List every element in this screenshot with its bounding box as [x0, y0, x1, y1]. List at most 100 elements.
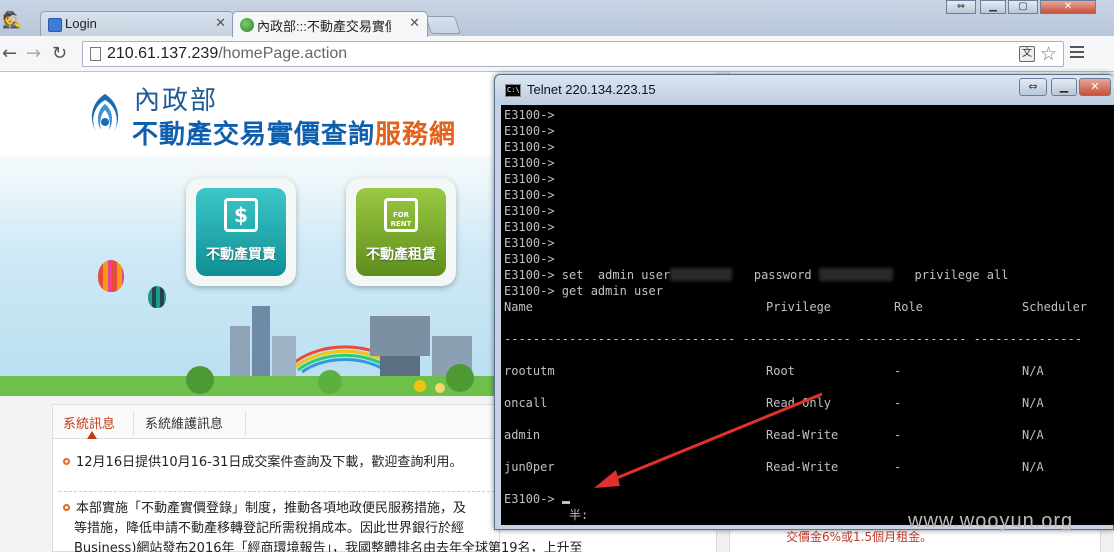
news-item-continuation: Business)網站發布2016年「經商環境報告」，我國整體排名由去年全球第1… [74, 541, 583, 552]
house-rent-icon: FOR RENT [384, 198, 418, 232]
tab-login[interactable]: Login ✕ [40, 11, 234, 37]
text-cursor [561, 501, 570, 504]
console-cell: - [894, 460, 902, 474]
console-separator: -------------------------------- -------… [504, 332, 1082, 346]
console-line: E3100-> [504, 123, 555, 139]
telnet-titlebar[interactable]: C:\ Telnet 220.134.223.15 ⇔ ▁ ✕ [495, 75, 1114, 105]
translate-icon[interactable]: 文 [1019, 46, 1035, 62]
page-icon [90, 47, 101, 61]
console-line-current-prompt: E3100-> [504, 491, 570, 507]
active-tab-marker [87, 431, 97, 439]
console-line: E3100-> [504, 203, 555, 219]
rent-label: 不動產租賃 [366, 247, 436, 263]
console-table-row: admin Read-Write - N/A [501, 427, 1114, 443]
buy-tile-face: $ 不動產買賣 [196, 188, 286, 276]
reload-icon[interactable]: ↻ [52, 43, 67, 64]
minimize-icon[interactable]: ▁ [1051, 78, 1077, 96]
console-table-row: oncall Read-Only - N/A [501, 395, 1114, 411]
bullet-icon [63, 504, 70, 511]
console-line: E3100-> [504, 219, 555, 235]
console-cell: N/A [1022, 396, 1044, 410]
url-host: 210.61.137.239 [107, 45, 219, 62]
console-cell: N/A [1022, 460, 1044, 474]
news-box: 系統訊息 系統維護訊息 12月16日提供10月16-31日成交案件查詢及下載，歡… [52, 404, 583, 552]
console-cell: Read-Only [766, 396, 832, 410]
minimize-icon[interactable]: ▁ [980, 0, 1006, 14]
screen: 🕵 Login ✕ 內政部:::不動產交易實價查 ✕ ⇔ ▁ ▢ ✕ ← → ↻… [0, 0, 1114, 552]
console-line: E3100-> [504, 139, 555, 155]
buy-label: 不動產買賣 [206, 247, 276, 263]
console-cell: Read-Write [766, 460, 839, 474]
forward-arrow-icon[interactable]: → [26, 43, 41, 64]
real-estate-rent-button[interactable]: FOR RENT 不動產租賃 [346, 178, 456, 286]
console-cell: Scheduler [1022, 300, 1088, 314]
console-cell: Name [504, 300, 533, 314]
restore-icon[interactable]: ⇔ [1019, 78, 1047, 96]
site-title-accent: 服務網 [375, 120, 457, 150]
redacted-text [818, 268, 893, 281]
console-cell: Root [766, 364, 795, 378]
console-line: E3100-> [504, 171, 555, 187]
console-prompt: E3100-> [504, 156, 555, 170]
console-line: E3100-> [504, 155, 555, 171]
city-skyline-illustration [0, 306, 500, 396]
ministry-logo-icon [91, 94, 119, 132]
close-icon[interactable]: ✕ [409, 15, 420, 31]
back-arrow-icon[interactable]: ← [2, 43, 17, 64]
tab-homepage[interactable]: 內政部:::不動產交易實價查 ✕ [232, 11, 428, 37]
console-command: password [732, 268, 819, 282]
news-item[interactable]: 12月16日提供10月16-31日成交案件查詢及下載，歡迎查詢利用。 [63, 453, 462, 473]
ime-indicator: 半: [569, 508, 589, 522]
real-estate-buy-button[interactable]: $ 不動產買賣 [186, 178, 296, 286]
balloon-icon [148, 286, 166, 308]
console-cell: Privilege [766, 300, 832, 314]
console-prompt: E3100-> [504, 268, 562, 282]
tab-system-messages[interactable]: 系統訊息 [63, 413, 115, 432]
console-cell: - [894, 428, 902, 442]
maximize-icon[interactable]: ▢ [1008, 0, 1038, 14]
tab-divider [133, 411, 134, 435]
console-cell: admin [504, 428, 541, 442]
news-divider [59, 491, 495, 492]
console-command: set admin user [561, 268, 671, 282]
tab-divider [245, 411, 246, 435]
console-line: E3100-> [504, 235, 555, 251]
tab-maintenance-messages[interactable]: 系統維護訊息 [145, 413, 223, 432]
close-icon[interactable]: ✕ [215, 15, 226, 31]
bookmark-star-icon[interactable]: ☆ [1040, 43, 1057, 65]
console-cell: - [894, 364, 902, 378]
console-cell: Role [894, 300, 923, 314]
news-item[interactable]: 本部實施「不動產實價登錄」制度，推動各項地政便民服務措施，及 [63, 499, 466, 519]
console-cell: rootutm [504, 364, 555, 378]
console-line: E3100-> [504, 251, 555, 267]
console-line: E3100-> [504, 107, 555, 123]
restore-icon[interactable]: ⇔ [946, 0, 976, 14]
login-favicon-icon [48, 18, 62, 32]
telnet-window[interactable]: C:\ Telnet 220.134.223.15 ⇔ ▁ ✕ E3100-> E… [494, 74, 1114, 530]
console-output[interactable]: E3100-> E3100-> E3100-> E3100-> E3100-> E3100… [501, 105, 1114, 525]
new-tab-button[interactable] [425, 16, 461, 34]
site-title-service: 不動產交易實價查詢服務網 [132, 114, 456, 151]
menu-icon[interactable] [1070, 46, 1084, 60]
news-item-text: 本部實施「不動產實價登錄」制度，推動各項地政便民服務措施，及 [76, 501, 467, 516]
bullet-icon [63, 458, 70, 465]
console-table-header: Name Privilege Role Scheduler [501, 299, 1114, 315]
url-text: 210.61.137.239/homePage.action [107, 45, 347, 63]
site-title-main: 不動產交易實價查詢 [132, 120, 376, 150]
console-cell: N/A [1022, 428, 1044, 442]
console-table-row: jun0per Read-Write - N/A [501, 459, 1114, 475]
console-prompt: E3100-> [504, 252, 555, 266]
site-header: 內政部 不動產交易實價查詢服務網 [0, 72, 500, 156]
window-close-icon[interactable]: ✕ [1079, 78, 1111, 96]
rent-tile-face: FOR RENT 不動產租賃 [356, 188, 446, 276]
news-section: 系統訊息 系統維護訊息 12月16日提供10月16-31日成交案件查詢及下載，歡… [0, 396, 583, 552]
tab-label: Login [65, 16, 97, 31]
console-cell: N/A [1022, 364, 1044, 378]
browser-toolbar: ← → ↻ 210.61.137.239/homePage.action 文 ☆ [0, 36, 1114, 72]
console-command: privilege all [892, 268, 1009, 282]
address-bar[interactable]: 210.61.137.239/homePage.action 文 ☆ [82, 41, 1064, 67]
console-prompt: E3100-> [504, 108, 555, 122]
hero-banner: $ 不動產買賣 FOR RENT 不動產租賃 [0, 156, 500, 396]
console-cell: - [894, 396, 902, 410]
window-close-icon[interactable]: ✕ [1040, 0, 1096, 14]
